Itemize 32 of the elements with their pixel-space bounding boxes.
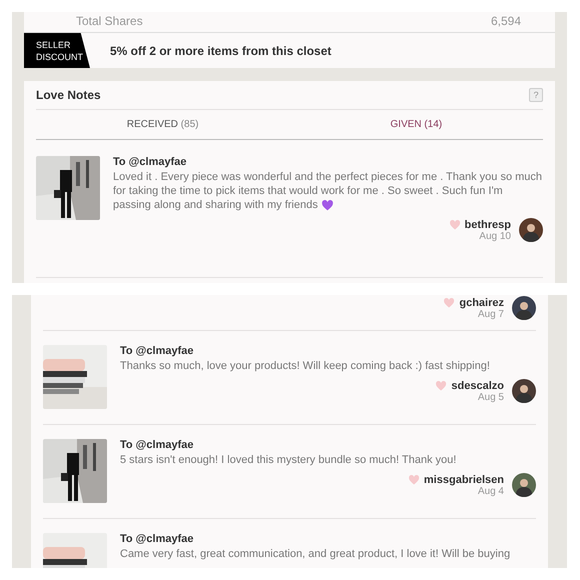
- author-name[interactable]: sdescalzo: [451, 380, 504, 392]
- note-date: Aug 7: [478, 308, 504, 320]
- note-date: Aug 4: [478, 486, 504, 496]
- heart-icon: [320, 198, 334, 212]
- note-date: Aug 10: [479, 230, 511, 242]
- heart-icon: [408, 474, 420, 486]
- recipient-label: To @clmayfae: [120, 533, 194, 545]
- recipient-label: To @clmayfae: [113, 156, 188, 168]
- author-name[interactable]: missgabrielsen: [424, 474, 504, 486]
- avatar-icon[interactable]: [519, 218, 543, 242]
- recipient-label: To @clmayfae: [120, 345, 194, 357]
- note-message: Came very fast, great communication, and great product, I love it! Will be buying: [120, 547, 512, 561]
- avatar-icon[interactable]: [512, 473, 536, 497]
- note-message: Loved it . Every piece was wonderful and the perfect pieces for me . Thank you so much for taking the time to pick items that would work for me . So sweet . Such fun I'm passing along and sharing with my friends: [113, 170, 543, 212]
- tab[interactable]: GIVEN (14): [290, 110, 543, 139]
- heart-icon: [435, 380, 448, 392]
- stat-label: Total Shares: [76, 14, 143, 28]
- heart-icon: [443, 296, 456, 308]
- note-message: Thanks so much, love your products! Will keep coming back :) fast shipping!: [120, 359, 491, 373]
- recipient-label: To @clmayfae: [120, 439, 194, 451]
- seller-discount-badge: SELLER DISCOUNT: [24, 33, 90, 68]
- heart-icon: [448, 218, 461, 230]
- tab[interactable]: RECEIVED (85): [36, 110, 290, 139]
- avatar-icon[interactable]: [512, 379, 536, 403]
- author-name[interactable]: gchairez: [459, 296, 504, 308]
- note-message: 5 stars isn't enough! I loved this mystery bundle so much! Thank you!: [120, 453, 458, 467]
- avatar-icon[interactable]: [512, 296, 536, 320]
- section-title: Love Notes: [36, 88, 101, 102]
- stat-value: 6,594: [490, 14, 521, 28]
- note-date: Aug 5: [478, 392, 504, 402]
- author-name[interactable]: bethresp: [464, 218, 511, 230]
- discount-text: 5% off 2 or more items from this closet: [110, 44, 332, 58]
